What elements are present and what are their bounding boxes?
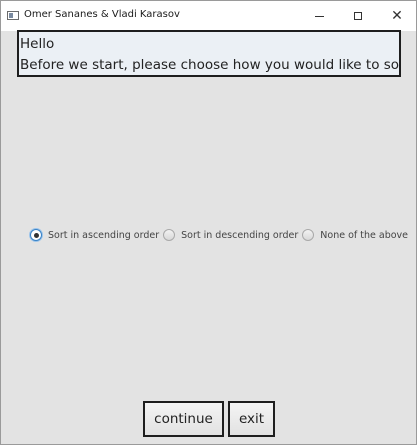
radio-none-of-the-above[interactable]: None of the above [302,229,408,241]
exit-button[interactable]: exit [228,401,275,437]
radio-unchecked-icon[interactable] [302,229,315,241]
radio-unchecked-icon[interactable] [163,229,176,241]
radio-label-none: None of the above [320,229,409,241]
app-window: Omer Sananes & Vladi Karasov ✕ Hello Bef… [0,0,417,445]
close-icon: ✕ [391,8,403,24]
greeting-line-hello: Hello [20,36,55,52]
radio-sort-ascending[interactable]: Sort in ascending order [30,229,159,241]
minimize-icon [314,15,324,17]
radio-label-ascending: Sort in ascending order [48,229,160,241]
greeting-line-instructions: Before we start, please choose how you w… [20,57,401,73]
greeting-text-area[interactable]: Hello Before we start, please choose how… [17,30,401,77]
close-button[interactable]: ✕ [377,1,416,31]
maximize-button[interactable] [338,1,378,31]
app-window-icon [7,11,19,20]
radio-sort-descending[interactable]: Sort in descending order [163,229,298,241]
minimize-button[interactable] [299,1,339,31]
continue-button[interactable]: continue [143,401,224,437]
maximize-icon [354,12,362,20]
window-title: Omer Sananes & Vladi Karasov [24,9,180,20]
sort-option-group: Sort in ascending order Sort in descendi… [30,227,412,243]
radio-label-descending: Sort in descending order [181,229,299,241]
title-bar[interactable]: Omer Sananes & Vladi Karasov ✕ [1,1,416,31]
radio-checked-icon[interactable] [30,229,42,241]
